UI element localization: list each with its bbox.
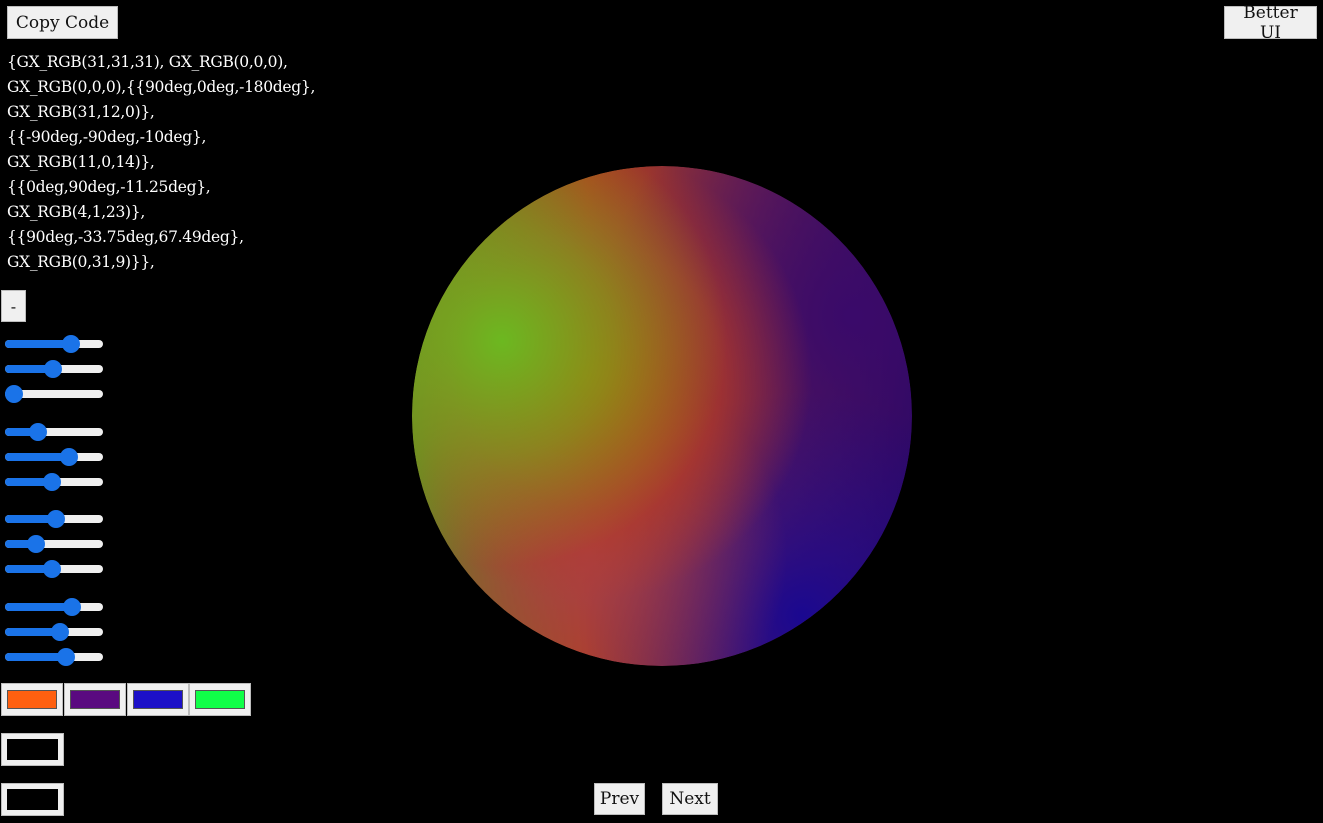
light-angle-slider[interactable] xyxy=(5,560,103,578)
slider-fill xyxy=(5,340,71,348)
shaded-sphere xyxy=(412,166,912,666)
next-button[interactable]: Next xyxy=(662,783,718,815)
slider-thumb[interactable] xyxy=(43,560,62,578)
slider-thumb[interactable] xyxy=(27,535,46,553)
light-color-button-3[interactable] xyxy=(127,683,189,716)
slider-thumb[interactable] xyxy=(61,335,80,353)
color-swatch xyxy=(7,739,58,760)
light-angle-slider[interactable] xyxy=(5,423,103,441)
slider-thumb[interactable] xyxy=(43,473,62,491)
light-color-button-2[interactable] xyxy=(64,683,126,716)
light-angle-slider[interactable] xyxy=(5,623,103,641)
slider-thumb[interactable] xyxy=(51,623,70,641)
code-line: GX_RGB(11,0,14)}, xyxy=(7,153,155,171)
copy-code-button[interactable]: Copy Code xyxy=(7,6,118,39)
slider-thumb[interactable] xyxy=(60,448,79,466)
light-color-button-4[interactable] xyxy=(189,683,251,716)
code-line: GX_RGB(31,12,0)}, xyxy=(7,103,155,121)
background-color-input[interactable] xyxy=(1,783,64,816)
prev-button[interactable]: Prev xyxy=(594,783,645,815)
light-color-button-1[interactable] xyxy=(1,683,63,716)
code-line: {{-90deg,-90deg,-10deg}, xyxy=(7,128,207,146)
slider-thumb[interactable] xyxy=(44,360,63,378)
code-line: {{0deg,90deg,-11.25deg}, xyxy=(7,178,211,196)
code-line: GX_RGB(0,31,9)}}, xyxy=(7,253,155,271)
light-angle-slider[interactable] xyxy=(5,535,103,553)
collapse-button[interactable]: - xyxy=(1,290,26,322)
light-angle-slider[interactable] xyxy=(5,448,103,466)
slider-thumb[interactable] xyxy=(57,648,75,666)
color-swatch xyxy=(7,690,57,709)
ambient-color-input[interactable] xyxy=(1,733,64,766)
code-line: GX_RGB(4,1,23)}, xyxy=(7,203,145,221)
color-swatch xyxy=(7,789,58,810)
code-line: {GX_RGB(31,31,31), GX_RGB(0,0,0), xyxy=(7,53,288,71)
light-angle-slider[interactable] xyxy=(5,335,103,353)
slider-thumb[interactable] xyxy=(46,510,65,528)
light-angle-slider[interactable] xyxy=(5,385,103,403)
light-angle-slider[interactable] xyxy=(5,648,103,666)
slider-thumb[interactable] xyxy=(29,423,47,441)
slider-thumb[interactable] xyxy=(5,385,23,403)
color-swatch xyxy=(195,690,245,709)
slider-thumb[interactable] xyxy=(62,598,81,616)
slider-fill xyxy=(5,603,72,611)
better-ui-button[interactable]: Better UI xyxy=(1224,3,1317,43)
color-swatch xyxy=(70,690,120,709)
code-output: {GX_RGB(31,31,31), GX_RGB(0,0,0), GX_RGB… xyxy=(7,50,337,275)
light-angle-slider[interactable] xyxy=(5,510,103,528)
light-angle-slider[interactable] xyxy=(5,473,103,491)
light-angle-slider[interactable] xyxy=(5,360,103,378)
code-line: {{90deg,-33.75deg,67.49deg}, xyxy=(7,228,244,246)
code-line: GX_RGB(0,0,0),{{90deg,0deg,-180deg}, xyxy=(7,78,316,96)
color-swatch xyxy=(133,690,183,709)
light-angle-slider[interactable] xyxy=(5,598,103,616)
